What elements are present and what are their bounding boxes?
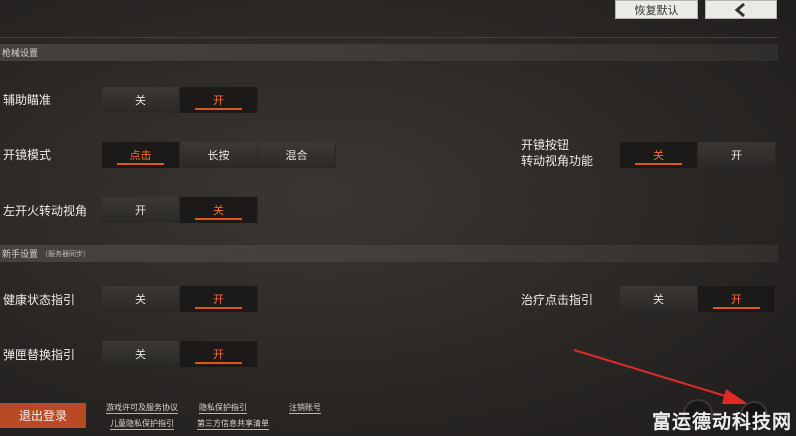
logout-label: 退出登录 (18, 409, 67, 423)
logout-button[interactable]: 退出登录 (0, 403, 86, 428)
left-fire-rotate-toggle: 开 关 (102, 197, 258, 223)
reset-default-button[interactable]: 恢复默认 (615, 0, 698, 19)
section-gun-title: 枪械设置 (2, 49, 39, 59)
aim-assist-toggle: 关 开 (102, 87, 258, 113)
third-party-list-link[interactable]: 第三方信息共享清单 (197, 419, 269, 430)
scope-button-rotate-on-option[interactable]: 开 (698, 142, 776, 168)
scope-mode-tap-option[interactable]: 点击 (102, 142, 180, 168)
scope-mode-selector: 点击 长按 混合 (102, 142, 336, 168)
mag-swap-guide-off-option[interactable]: 关 (102, 341, 180, 367)
watermark-text: 富运德动科技网 (651, 411, 792, 433)
mag-swap-guide-label: 弹匣替换指引 (3, 348, 76, 362)
scope-mode-hold-option[interactable]: 长按 (180, 142, 258, 168)
left-fire-rotate-off-option[interactable]: 关 (180, 197, 258, 223)
annotation-arrow-icon (573, 349, 748, 404)
aim-assist-off-option[interactable]: 关 (102, 87, 180, 113)
heal-tap-guide-toggle: 关 开 (620, 286, 776, 312)
mag-swap-guide-on-option[interactable]: 开 (180, 341, 258, 367)
section-novice-title: 新手设置 (2, 250, 39, 260)
health-guide-on-option[interactable]: 开 (180, 286, 258, 312)
scope-mode-label: 开镜模式 (3, 148, 52, 162)
scope-button-rotate-label-line2: 转动视角功能 (521, 154, 594, 168)
scope-button-rotate-label: 开镜按钮 转动视角功能 (521, 137, 593, 169)
heal-tap-guide-on-option[interactable]: 开 (698, 286, 776, 312)
health-guide-off-option[interactable]: 关 (102, 286, 180, 312)
section-novice-settings: 新手设置 （服务器同步） (0, 245, 778, 262)
scope-mode-mixed-option[interactable]: 混合 (258, 142, 336, 168)
health-guide-toggle: 关 开 (102, 286, 258, 312)
scope-button-rotate-off-option[interactable]: 关 (620, 142, 698, 168)
health-guide-label: 健康状态指引 (3, 293, 76, 307)
left-fire-rotate-on-option[interactable]: 开 (102, 197, 180, 223)
aim-assist-label: 辅助瞄准 (3, 93, 52, 107)
privacy-guide-link[interactable]: 隐私保护指引 (199, 403, 247, 414)
scope-button-rotate-toggle: 关 开 (620, 142, 776, 168)
mag-swap-guide-toggle: 关 开 (102, 341, 258, 367)
heal-tap-guide-off-option[interactable]: 关 (620, 286, 698, 312)
child-privacy-link[interactable]: 儿童隐私保护指引 (110, 419, 174, 430)
section-novice-subtitle: （服务器同步） (41, 249, 91, 258)
aim-assist-on-option[interactable]: 开 (180, 87, 258, 113)
back-button[interactable] (705, 0, 777, 19)
top-divider (0, 37, 778, 38)
cancel-account-link[interactable]: 注销账号 (289, 403, 321, 414)
reset-default-label: 恢复默认 (634, 3, 679, 17)
left-fire-rotate-label: 左开火转动视角 (3, 204, 88, 218)
license-agreement-link[interactable]: 游戏许可及服务协议 (106, 403, 178, 414)
section-gun-settings: 枪械设置 (0, 44, 778, 61)
heal-tap-guide-label: 治疗点击指引 (521, 293, 594, 307)
scope-button-rotate-label-line1: 开镜按钮 (521, 138, 570, 152)
back-arrow-icon (734, 2, 745, 17)
